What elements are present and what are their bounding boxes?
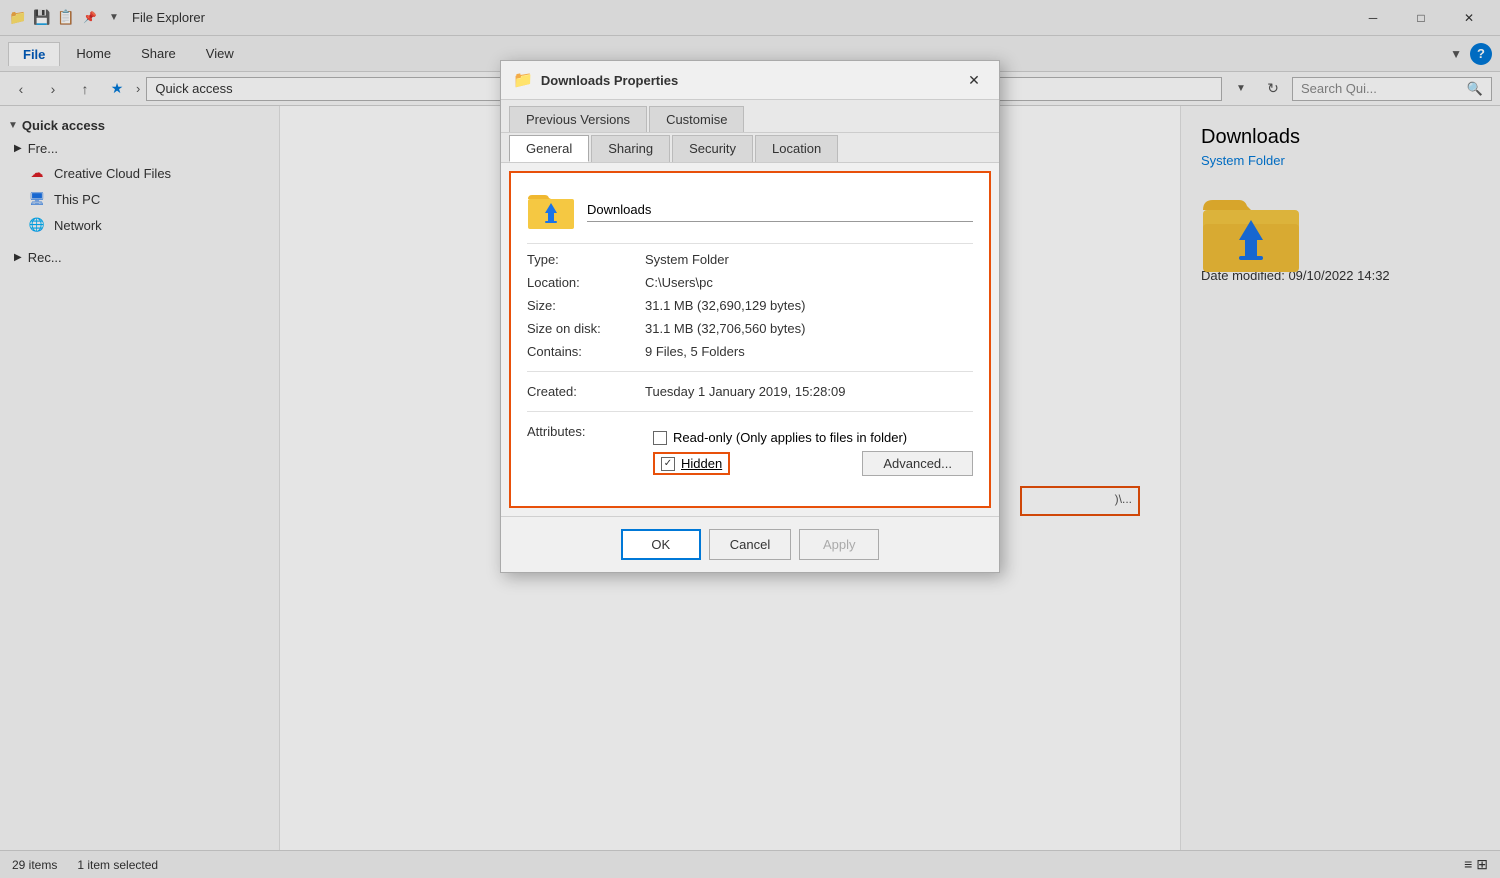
tab-customise[interactable]: Customise (649, 106, 744, 132)
readonly-attr-row: Read-only (Only applies to files in fold… (645, 430, 973, 445)
size-on-disk-row: Size on disk: 31.1 MB (32,706,560 bytes) (527, 321, 973, 336)
readonly-label: Read-only (Only applies to files in fold… (673, 430, 907, 445)
dialog-overlay: 📁 Downloads Properties ✕ Previous Versio… (0, 0, 1500, 878)
hidden-attr-row: Hidden Advanced... (645, 451, 973, 476)
dialog-folder-header (527, 189, 973, 231)
dialog-close-button[interactable]: ✕ (961, 69, 987, 91)
dialog-folder-icon: 📁 (513, 70, 533, 90)
readonly-checkbox-wrapper[interactable]: Read-only (Only applies to files in fold… (653, 430, 907, 445)
contains-label: Contains: (527, 344, 637, 359)
hidden-checkbox[interactable] (661, 457, 675, 471)
dialog-title: Downloads Properties (541, 73, 953, 88)
advanced-button[interactable]: Advanced... (862, 451, 973, 476)
size-on-disk-label: Size on disk: (527, 321, 637, 336)
dialog-title-bar: 📁 Downloads Properties ✕ (501, 61, 999, 100)
size-row: Size: 31.1 MB (32,690,129 bytes) (527, 298, 973, 313)
contains-row: Contains: 9 Files, 5 Folders (527, 344, 973, 359)
size-label: Size: (527, 298, 637, 313)
location-label: Location: (527, 275, 637, 290)
location-value: C:\Users\pc (645, 275, 713, 290)
dialog-tabs: Previous Versions Customise General Shar… (501, 100, 999, 163)
tab-location[interactable]: Location (755, 135, 838, 162)
divider-2 (527, 371, 973, 372)
divider-3 (527, 411, 973, 412)
type-value: System Folder (645, 252, 729, 267)
tab-previous-versions[interactable]: Previous Versions (509, 106, 647, 132)
created-row: Created: Tuesday 1 January 2019, 15:28:0… (527, 384, 973, 399)
location-row: Location: C:\Users\pc (527, 275, 973, 290)
tab-security[interactable]: Security (672, 135, 753, 162)
attributes-controls: Read-only (Only applies to files in fold… (645, 424, 973, 482)
folder-name-input[interactable] (587, 198, 973, 222)
type-row: Type: System Folder (527, 252, 973, 267)
apply-button[interactable]: Apply (799, 529, 879, 560)
dialog-tab-row-bottom: General Sharing Security Location (501, 133, 999, 163)
size-value: 31.1 MB (32,690,129 bytes) (645, 298, 805, 313)
hidden-checkbox-wrapper[interactable]: Hidden (653, 452, 730, 475)
readonly-checkbox[interactable] (653, 431, 667, 445)
tab-sharing[interactable]: Sharing (591, 135, 670, 162)
dialog-footer: OK Cancel Apply (501, 516, 999, 572)
dialog-tab-row-top: Previous Versions Customise (501, 100, 999, 133)
divider-1 (527, 243, 973, 244)
downloads-properties-dialog: 📁 Downloads Properties ✕ Previous Versio… (500, 60, 1000, 573)
created-value: Tuesday 1 January 2019, 15:28:09 (645, 384, 845, 399)
hidden-label: Hidden (681, 456, 722, 471)
dialog-folder-icon-small (527, 189, 575, 231)
size-on-disk-value: 31.1 MB (32,706,560 bytes) (645, 321, 805, 336)
tab-general[interactable]: General (509, 135, 589, 162)
cancel-button[interactable]: Cancel (709, 529, 791, 560)
attributes-row: Attributes: Read-only (Only applies to f… (527, 424, 973, 482)
attributes-label: Attributes: (527, 424, 637, 482)
created-label: Created: (527, 384, 637, 399)
contains-value: 9 Files, 5 Folders (645, 344, 745, 359)
ok-button[interactable]: OK (621, 529, 701, 560)
type-label: Type: (527, 252, 637, 267)
dialog-content: Type: System Folder Location: C:\Users\p… (509, 171, 991, 508)
